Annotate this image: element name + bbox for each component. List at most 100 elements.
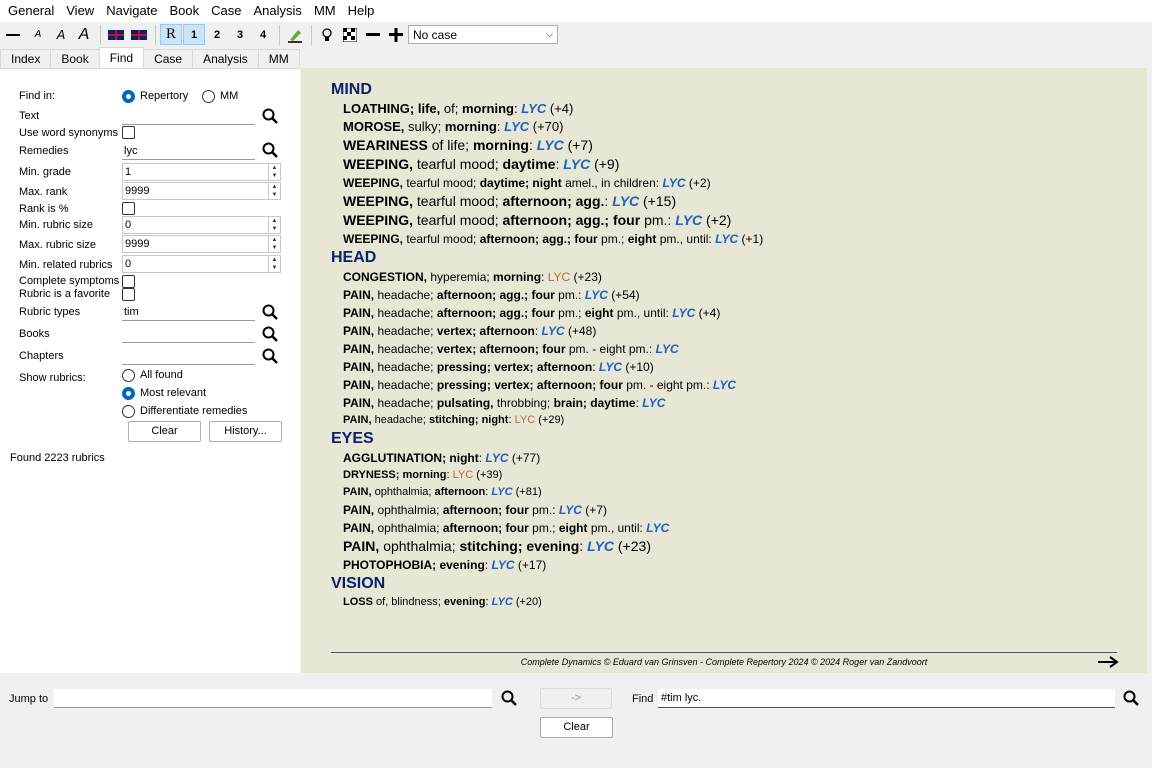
remedy-link[interactable]: LYC (599, 360, 622, 374)
search-icon[interactable] (262, 142, 278, 158)
mm-radio[interactable] (202, 90, 215, 103)
remedy-link[interactable]: LYC (612, 193, 639, 209)
synonyms-checkbox[interactable] (122, 126, 135, 139)
remedy-link[interactable]: LYC (715, 232, 738, 246)
lightbulb-icon[interactable] (316, 24, 338, 45)
remedy-link[interactable]: LYC (485, 451, 508, 465)
rubric-row[interactable]: WEEPING, tearful mood; daytime; night am… (331, 174, 1131, 192)
rubric-row[interactable]: PAIN, headache; afternoon; agg.; four pm… (331, 286, 1131, 304)
rubric-row[interactable]: PAIN, ophthalmia; stitching; evening: LY… (331, 537, 1131, 556)
min-grade-spinner[interactable]: 1 ▲ ▼ (122, 163, 281, 181)
remedy-link[interactable]: LYC (713, 378, 736, 392)
font-normal-icon[interactable]: A (50, 24, 72, 45)
remedies-input[interactable]: lyc (122, 142, 255, 160)
highlighter-icon[interactable] (284, 24, 306, 45)
remedy-link[interactable]: LYC (559, 503, 582, 517)
chapter-heading[interactable]: MIND (331, 80, 1131, 100)
chapter-heading[interactable]: HEAD (331, 248, 1131, 268)
remedy-link[interactable]: LYC (642, 396, 665, 410)
repertory-radio[interactable] (122, 90, 135, 103)
search-icon[interactable] (262, 108, 278, 124)
repertory-r-button[interactable]: R (160, 24, 182, 45)
spinner-arrows-icon[interactable]: ▲ ▼ (268, 164, 280, 180)
tab-mm[interactable]: MM (257, 49, 300, 68)
spinner-arrows-icon[interactable]: ▲ ▼ (268, 183, 280, 199)
remedy-link[interactable]: LYC (548, 270, 570, 284)
search-icon[interactable] (501, 690, 517, 706)
grade-2-button[interactable]: 2 (206, 24, 228, 45)
remedy-link[interactable]: LYC (521, 101, 546, 116)
rubric-row[interactable]: WEEPING, tearful mood; daytime: LYC (+9) (331, 155, 1131, 174)
rubric-row[interactable]: WEEPING, tearful mood; afternoon; agg.; … (331, 230, 1131, 248)
spinner-arrows-icon[interactable]: ▲ ▼ (268, 217, 280, 233)
search-icon[interactable] (262, 304, 278, 320)
jump-to-input[interactable] (54, 689, 492, 708)
remedy-link[interactable]: LYC (504, 119, 529, 134)
chapter-heading[interactable]: VISION (331, 574, 1131, 594)
flag-uk-icon[interactable] (105, 24, 127, 45)
menu-view[interactable]: View (60, 0, 100, 22)
rubric-row[interactable]: PAIN, headache; vertex; afternoon; four … (331, 340, 1131, 358)
text-input[interactable] (122, 107, 255, 125)
search-icon[interactable] (262, 326, 278, 342)
flag-uk-2-icon[interactable] (128, 24, 150, 45)
rubric-types-input[interactable]: tim (122, 303, 255, 321)
differentiate-radio[interactable] (122, 405, 135, 418)
grade-1-button[interactable]: 1 (183, 24, 205, 45)
most-relevant-radio[interactable] (122, 387, 135, 400)
remedy-link[interactable]: LYC (515, 414, 536, 426)
min-rubric-spinner[interactable]: 0 ▲ ▼ (122, 216, 281, 234)
rubric-row[interactable]: WEARINESS of life; morning: LYC (+7) (331, 136, 1131, 155)
menu-general[interactable]: General (2, 0, 60, 22)
history-button[interactable]: History... (209, 421, 282, 442)
rubric-row[interactable]: PAIN, ophthalmia; afternoon; four pm.; e… (331, 519, 1131, 537)
menu-analysis[interactable]: Analysis (248, 0, 308, 22)
remedy-link[interactable]: LYC (656, 342, 679, 356)
tab-analysis[interactable]: Analysis (192, 49, 259, 68)
spinner-arrows-icon[interactable]: ▲ ▼ (268, 236, 280, 252)
clear-button[interactable]: Clear (128, 421, 201, 442)
grade-3-button[interactable]: 3 (229, 24, 251, 45)
chapter-heading[interactable]: EYES (331, 429, 1131, 449)
menu-case[interactable]: Case (205, 0, 247, 22)
rubric-row[interactable]: CONGESTION, hyperemia; morning: LYC (+23… (331, 268, 1131, 286)
clear-find-button[interactable]: Clear (540, 717, 613, 738)
tab-find[interactable]: Find (98, 47, 145, 68)
zoom-in-icon[interactable] (385, 24, 407, 45)
min-related-spinner[interactable]: 0 ▲ ▼ (122, 255, 281, 273)
favorite-checkbox[interactable] (122, 288, 135, 301)
remedy-link[interactable]: LYC (453, 469, 474, 481)
rubric-row[interactable]: PAIN, ophthalmia; afternoon: LYC (+81) (331, 484, 1131, 501)
minus-line-icon[interactable] (0, 24, 26, 45)
rubric-row[interactable]: PAIN, headache; vertex; afternoon: LYC (… (331, 322, 1131, 340)
rubric-row[interactable]: WEEPING, tearful mood; afternoon; agg.: … (331, 192, 1131, 211)
rubric-row[interactable]: PAIN, headache; pressing; vertex; aftern… (331, 376, 1131, 394)
find-input[interactable]: #tim lyc. (658, 689, 1115, 708)
remedy-link[interactable]: LYC (492, 596, 513, 608)
rubric-row[interactable]: DRYNESS; morning: LYC (+39) (331, 467, 1131, 484)
chapters-input[interactable] (122, 347, 255, 365)
rubric-row[interactable]: PAIN, headache; pulsating, throbbing; br… (331, 394, 1131, 412)
rubric-row[interactable]: PAIN, headache; stitching; night: LYC (+… (331, 412, 1131, 429)
all-found-radio[interactable] (122, 369, 135, 382)
books-input[interactable] (122, 325, 255, 343)
remedy-link[interactable]: LYC (563, 156, 590, 172)
rubric-row[interactable]: PHOTOPHOBIA; evening: LYC (+17) (331, 556, 1131, 574)
rubric-row[interactable]: PAIN, ophthalmia; afternoon; four pm.: L… (331, 501, 1131, 519)
menu-mm[interactable]: MM (308, 0, 342, 22)
remedy-link[interactable]: LYC (675, 212, 702, 228)
remedy-link[interactable]: LYC (491, 558, 514, 572)
remedy-link[interactable]: LYC (542, 324, 565, 338)
zoom-out-icon[interactable] (362, 24, 384, 45)
rubric-row[interactable]: MOROSE, sulky; morning: LYC (+70) (331, 118, 1131, 136)
search-icon[interactable] (1123, 690, 1139, 706)
remedy-link[interactable]: LYC (662, 176, 685, 190)
remedy-link[interactable]: LYC (587, 538, 614, 554)
remedy-link[interactable]: LYC (646, 521, 669, 535)
complete-checkbox[interactable] (122, 275, 135, 288)
rubric-row[interactable]: LOATHING; life, of; morning: LYC (+4) (331, 100, 1131, 118)
tab-index[interactable]: Index (0, 49, 52, 68)
case-select[interactable]: No case ⌵ (408, 25, 558, 44)
remedy-link[interactable]: LYC (537, 137, 564, 153)
rubric-row[interactable]: WEEPING, tearful mood; afternoon; agg.; … (331, 211, 1131, 230)
